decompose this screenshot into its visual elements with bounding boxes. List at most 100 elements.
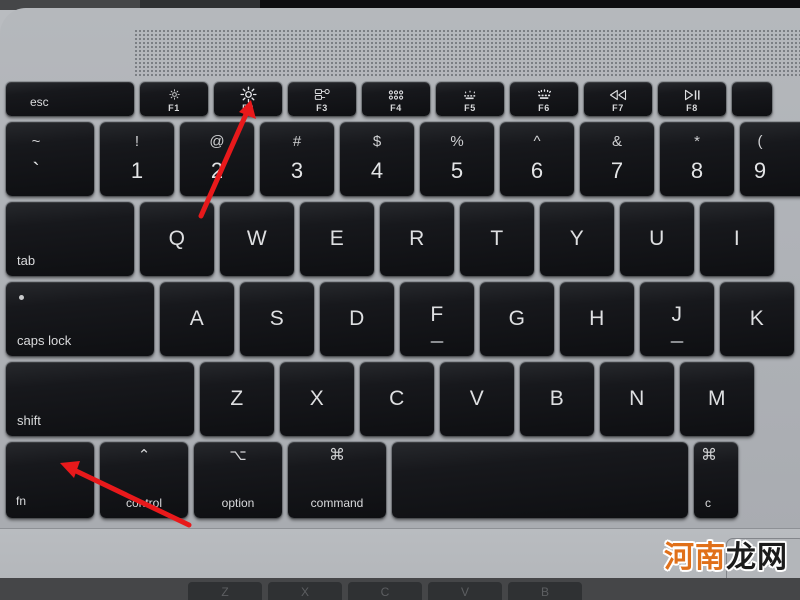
key-n[interactable]: N [600, 362, 674, 436]
keyboard-photo: esc F1 F2 F3 F4 F5 F6 F7 F8 ~ ` ! 1 @ 2 … [0, 0, 800, 600]
key-m-label: M [708, 387, 726, 410]
key-f[interactable]: F [400, 282, 474, 356]
key-backtick-top: ~ [31, 133, 41, 150]
key-k-label: K [749, 307, 765, 330]
key-space[interactable] [392, 442, 688, 518]
key-k[interactable]: K [720, 282, 794, 356]
key-s-label: S [269, 307, 285, 330]
key-f3[interactable]: F3 [288, 82, 356, 116]
key-fn-label: fn [16, 494, 27, 508]
key-z-label: Z [230, 387, 244, 410]
key-y[interactable]: Y [540, 202, 614, 276]
background-key: V [428, 582, 502, 600]
command-symbol-icon: ⌘ [329, 447, 345, 464]
key-backtick-bottom: ` [32, 158, 40, 183]
speaker-grille [135, 30, 800, 78]
key-x[interactable]: X [280, 362, 354, 436]
key-s[interactable]: S [240, 282, 314, 356]
key-6[interactable]: ^ 6 [500, 122, 574, 196]
key-9-top: ( [757, 133, 763, 150]
key-f6[interactable]: F6 [510, 82, 578, 116]
key-f6-label: F6 [538, 103, 550, 113]
key-f1-label: F1 [168, 103, 180, 113]
play-pause-icon [658, 86, 726, 102]
key-f8[interactable]: F8 [658, 82, 726, 116]
qwerty-key-row: tab Q W E R T Y U I [0, 202, 800, 276]
key-option-left[interactable]: ⌥ option [194, 442, 282, 518]
key-f7[interactable]: F7 [584, 82, 652, 116]
key-x-label: X [309, 387, 325, 410]
key-control-left[interactable]: ⌃ control [100, 442, 188, 518]
key-i[interactable]: I [700, 202, 774, 276]
key-caps-lock-label: caps lock [17, 333, 72, 348]
key-2-bottom: 2 [210, 158, 224, 183]
key-6-top: ^ [533, 133, 541, 150]
key-3[interactable]: # 3 [260, 122, 334, 196]
key-7[interactable]: & 7 [580, 122, 654, 196]
key-f1[interactable]: F1 [140, 82, 208, 116]
key-w[interactable]: W [220, 202, 294, 276]
key-z[interactable]: Z [200, 362, 274, 436]
key-c-label: C [389, 387, 405, 410]
key-g-label: G [508, 307, 526, 330]
key-command-left[interactable]: ⌘ command [288, 442, 386, 518]
key-b-label: B [549, 387, 565, 410]
key-f9[interactable] [732, 82, 772, 116]
key-v-label: V [469, 387, 485, 410]
brightness-up-icon [214, 86, 282, 103]
key-fn[interactable]: fn [6, 442, 94, 518]
key-2[interactable]: @ 2 [180, 122, 254, 196]
key-command-right-label: c [705, 496, 711, 510]
key-u[interactable]: U [620, 202, 694, 276]
key-f4[interactable]: F4 [362, 82, 430, 116]
key-u-label: U [649, 227, 665, 250]
key-f3-label: F3 [316, 103, 328, 113]
key-shift-left[interactable]: shift [6, 362, 194, 436]
key-3-bottom: 3 [290, 158, 304, 183]
key-5[interactable]: % 5 [420, 122, 494, 196]
watermark-part2: 龙网 [726, 540, 788, 575]
key-t[interactable]: T [460, 202, 534, 276]
key-4[interactable]: $ 4 [340, 122, 414, 196]
key-esc[interactable]: esc [6, 82, 134, 116]
key-m[interactable]: M [680, 362, 754, 436]
key-b[interactable]: B [520, 362, 594, 436]
key-e-label: E [329, 227, 345, 250]
key-5-bottom: 5 [450, 158, 464, 183]
key-r[interactable]: R [380, 202, 454, 276]
key-8[interactable]: * 8 [660, 122, 734, 196]
key-f5[interactable]: F5 [436, 82, 504, 116]
caps-lock-led-icon [19, 295, 24, 300]
key-e[interactable]: E [300, 202, 374, 276]
key-caps-lock[interactable]: caps lock [6, 282, 154, 356]
key-j-tactile-bump [670, 341, 684, 343]
key-shift-left-label: shift [17, 413, 41, 428]
keyboard-brightness-up-icon [510, 86, 578, 102]
key-q[interactable]: Q [140, 202, 214, 276]
key-tab[interactable]: tab [6, 202, 134, 276]
key-v[interactable]: V [440, 362, 514, 436]
mission-control-icon [288, 86, 356, 102]
key-d-label: D [349, 307, 365, 330]
key-j-label: J [671, 302, 683, 326]
key-j[interactable]: J [640, 282, 714, 356]
key-1[interactable]: ! 1 [100, 122, 174, 196]
key-9[interactable]: ( 9 [740, 122, 800, 196]
key-f7-label: F7 [612, 103, 624, 113]
key-command-right[interactable]: ⌘ c [694, 442, 738, 518]
key-c[interactable]: C [360, 362, 434, 436]
key-f2[interactable]: F2 [214, 82, 282, 116]
background-key: Z [188, 582, 262, 600]
key-d[interactable]: D [320, 282, 394, 356]
keyboard: esc F1 F2 F3 F4 F5 F6 F7 F8 ~ ` ! 1 @ 2 … [0, 78, 800, 528]
key-h[interactable]: H [560, 282, 634, 356]
key-g[interactable]: G [480, 282, 554, 356]
key-f4-label: F4 [390, 103, 402, 113]
key-6-bottom: 6 [530, 158, 544, 183]
key-n-label: N [629, 387, 645, 410]
modifier-key-row: fn ⌃ control ⌥ option ⌘ command ⌘ c [0, 442, 800, 518]
rewind-icon [584, 86, 652, 102]
key-9-bottom: 9 [753, 158, 767, 183]
key-backtick[interactable]: ~ ` [6, 122, 94, 196]
key-a[interactable]: A [160, 282, 234, 356]
